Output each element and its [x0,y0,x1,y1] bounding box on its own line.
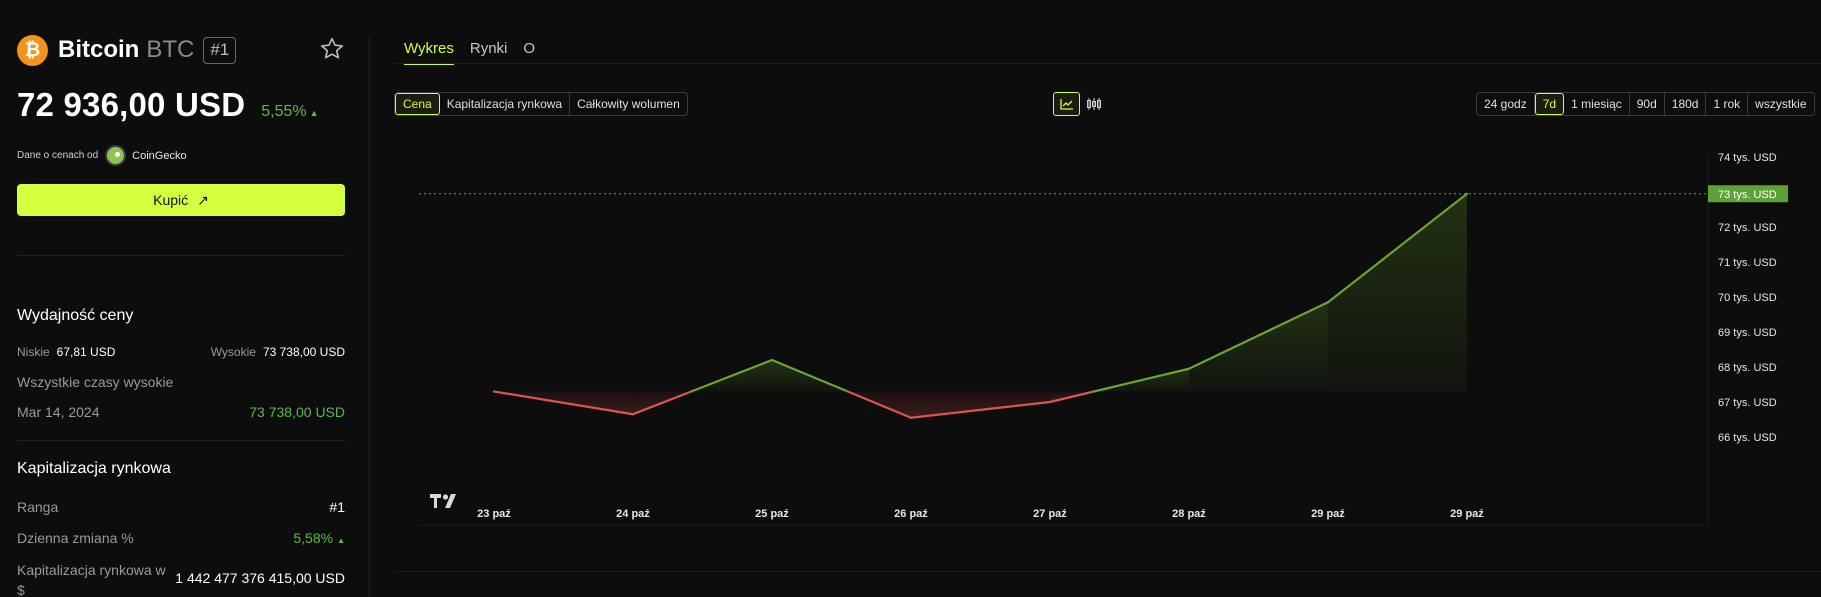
x-tick-label: 27 paź [1033,508,1067,520]
y-tick-label: 74 tys. USD [1718,152,1777,164]
daily-change-value: 5,58% ▲ [293,530,345,546]
current-price-tag: 73 tys. USD [1708,185,1788,203]
y-tick-label: 67 tys. USD [1718,397,1777,409]
range-180d[interactable]: 180d [1665,93,1707,115]
panel-separator [369,36,370,597]
high-label: Wysokie [210,345,256,359]
y-tick-label: 72 tys. USD [1718,222,1777,234]
y-tick-label: 70 tys. USD [1718,292,1777,304]
price-chart[interactable]: 23 paź 24 paź 25 paź 26 paź 27 paź 28 paź 29 p… [394,150,1821,540]
price-row: 72 936,00 USD 5,55% ▲ [17,86,319,124]
performance-title: Wydajność ceny [17,307,134,324]
market-cap-value: 1 442 477 376 415,00 USD [175,570,345,586]
buy-button[interactable]: Kupić ↗ [17,184,345,216]
bitcoin-logo-icon: ₿ [17,34,48,66]
price-source-label: Dane o cenach od [17,150,99,161]
coin-symbol: BTC [146,36,195,63]
metric-selector: Cena Kapitalizacja rynkowa Całkowity wol… [394,92,688,116]
candlestick-icon [1086,98,1101,110]
range-1m[interactable]: 1 miesiąc [1564,93,1630,115]
market-cap-label-line2: $ [17,582,25,597]
external-arrow-icon: ↗ [197,191,209,208]
coin-header: ₿ Bitcoin BTC #1 [17,34,345,66]
daily-change-label: Dzienna zmiana % [17,530,134,546]
chart-type-selector [1053,92,1107,116]
y-tick-label: 69 tys. USD [1718,327,1777,339]
price-area-fill [1328,193,1467,392]
star-icon[interactable] [319,36,345,62]
range-1y[interactable]: 1 rok [1706,93,1749,115]
x-tick-label: 29 paź [1450,508,1484,520]
rank-label: Ranga [17,499,59,515]
y-tick-label: 66 tys. USD [1718,432,1777,444]
tradingview-logo-icon [430,494,456,508]
buy-button-label: Kupić [153,192,189,208]
x-tick-label: 25 paź [755,508,789,520]
low-value: 67,81 USD [56,345,116,359]
chart-bottom-divider [394,571,1821,572]
up-triangle-icon: ▲ [309,108,319,118]
range-all[interactable]: wszystkie [1748,93,1813,115]
low-high-row: Niskie 67,81 USD Wysokie 73 738,00 USD [17,345,345,359]
up-triangle-icon: ▲ [337,536,345,545]
divider [17,255,345,256]
y-tick-label: 71 tys. USD [1718,257,1777,269]
high-value: 73 738,00 USD [262,345,345,359]
line-chart-icon [1059,99,1073,110]
range-7d[interactable]: 7d [1534,93,1565,115]
price-area-fill [1189,302,1328,392]
tabs-divider [394,63,1821,64]
current-price-tag-label: 73 tys. USD [1718,189,1777,201]
range-24h[interactable]: 24 godz [1477,93,1535,115]
line-chart-button[interactable] [1053,92,1080,116]
rank-value: #1 [329,499,345,515]
ath-value: 73 738,00 USD [249,404,345,420]
metric-market-cap[interactable]: Kapitalizacja rynkowa [440,93,571,115]
rank-row: Ranga #1 [17,499,345,515]
daily-change-number: 5,58% [293,530,334,546]
ath-row: Mar 14, 2024 73 738,00 USD [17,404,345,420]
low-label: Niskie [17,345,50,359]
market-cap-label: Kapitalizacja rynkowa w $ [17,560,166,597]
x-tick-label: 24 paź [616,508,650,520]
tab-markets[interactable]: Rynki [470,40,508,65]
tab-chart[interactable]: Wykres [404,40,454,65]
market-title: Kapitalizacja rynkowa [17,460,171,477]
y-tick-label: 68 tys. USD [1718,362,1777,374]
coin-info-panel: ₿ Bitcoin BTC #1 72 936,00 USD 5,55% ▲ Da… [17,0,345,597]
coingecko-logo-icon [105,145,127,166]
coin-name: Bitcoin [58,36,140,63]
ath-label-row: Wszystkie czasy wysokie [17,374,345,390]
price-change: 5,55% ▲ [261,103,318,121]
range-90d[interactable]: 90d [1630,93,1665,115]
price-source: Dane o cenach od CoinGecko [17,145,187,166]
price-chart-svg: 23 paź 24 paź 25 paź 26 paź 27 paź 28 paź 29 p… [419,152,1788,526]
metric-total-volume[interactable]: Całkowity wolumen [570,93,687,115]
market-cap-row: Kapitalizacja rynkowa w $ 1 442 477 376 4… [17,560,345,597]
price-source-name[interactable]: CoinGecko [132,150,186,162]
metric-price[interactable]: Cena [395,93,440,115]
candlestick-chart-button[interactable] [1080,92,1107,116]
time-range-selector: 24 godz 7d 1 miesiąc 90d 180d 1 rok wszy… [1476,92,1815,116]
market-cap-label-line1: Kapitalizacja rynkowa w [17,562,166,578]
daily-change-row: Dzienna zmiana % 5,58% ▲ [17,530,345,546]
x-tick-label: 23 paź [477,508,511,520]
section-tabs: Wykres Rynki O [404,40,551,65]
x-tick-label: 28 paź [1172,508,1206,520]
current-price: 72 936,00 USD [17,86,246,123]
ath-label: Wszystkie czasy wysokie [17,374,174,390]
ath-date: Mar 14, 2024 [17,404,100,420]
divider [17,440,345,441]
tab-about[interactable]: O [523,40,535,65]
price-change-value: 5,55% [261,103,307,120]
x-tick-label: 29 paź [1311,508,1345,520]
rank-badge: #1 [203,36,237,64]
x-tick-label: 26 paź [894,508,928,520]
